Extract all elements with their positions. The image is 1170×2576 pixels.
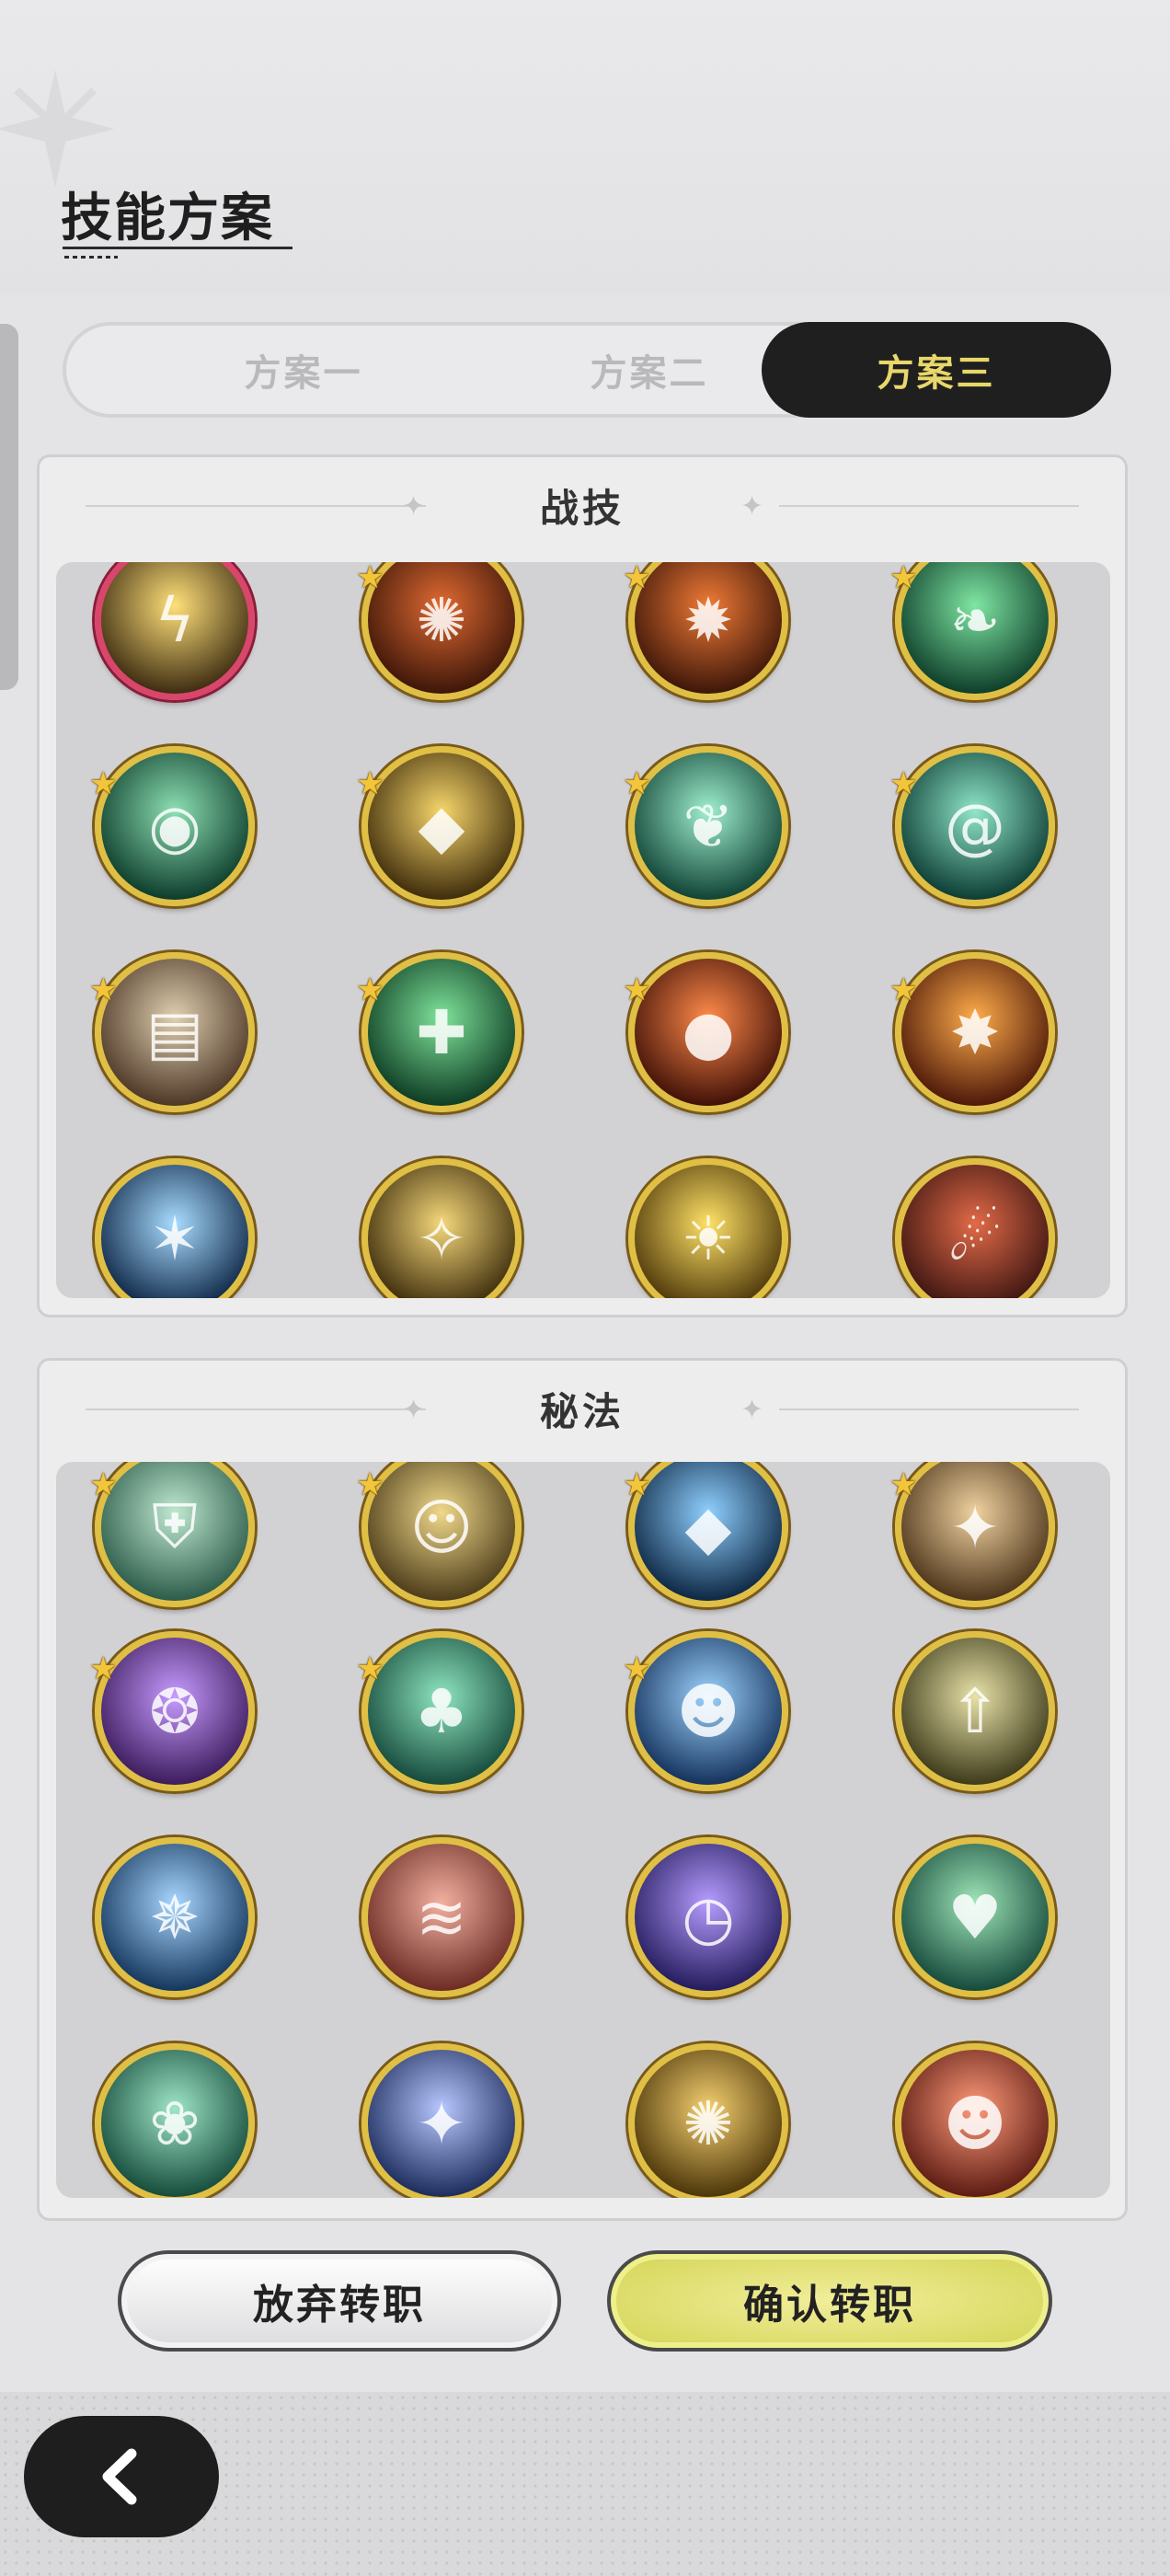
- skill-glyph: ✚: [416, 996, 467, 1068]
- skill-glyph: ❧: [949, 584, 1001, 656]
- skill-glyph: ✸: [949, 996, 1001, 1068]
- skill-glyph: ⇧: [949, 1675, 1001, 1747]
- skill-glyph: ●: [682, 996, 735, 1068]
- skill-glyph: ❂: [149, 1675, 201, 1747]
- skill-glyph: ❦: [682, 790, 734, 862]
- abandon-job-change-button[interactable]: 放弃转职: [118, 2250, 561, 2352]
- ice-shatter-icon[interactable]: ✶: [95, 1158, 255, 1298]
- secret-arts-panel: ✦ ✦ 秘法 ⛨ ★ ☺ ★ ◆ ★ ✦ ★ ❂ ★ ♣ ★ ☻ ★ ⇧ ✵ ≋ ◷ ♥ ❀ ✦ ✺ ☻: [37, 1358, 1128, 2221]
- back-button[interactable]: [24, 2416, 219, 2537]
- skill-glyph: ◆: [684, 1491, 732, 1563]
- battle-skills-panel: ✦ ✦ 战技 ϟ ✺ ★ ✹ ★ ❧ ★ ◉ ★ ◆ ★ ❦ ★ @ ★ ▤ ★ ✚ ★ ● ★ ✸ ★ ✶ ✧ ☀ ☄: [37, 454, 1128, 1317]
- star-badge-icon: ★: [623, 765, 651, 802]
- skill-glyph: ✵: [149, 1881, 201, 1953]
- jade-chain-icon[interactable]: ❀: [95, 2043, 255, 2198]
- star-badge-icon: ★: [89, 1466, 118, 1503]
- golden-spark-icon[interactable]: ✧: [361, 1158, 522, 1298]
- sun-rise-icon[interactable]: ☀: [628, 1158, 788, 1298]
- panel-header: ✦ ✦ 秘法: [40, 1361, 1125, 1462]
- plan-tabs: 方案一 方案二 方案三: [63, 322, 1111, 418]
- panel-header: ✦ ✦ 战技: [40, 457, 1125, 558]
- skill-glyph: ♥: [947, 1881, 1003, 1953]
- star-badge-icon: ★: [623, 972, 651, 1008]
- star-badge-icon: ★: [89, 972, 118, 1008]
- skill-glyph: ✶: [149, 1202, 201, 1274]
- skill-glyph: ❀: [149, 2087, 201, 2159]
- ice-spikes-icon[interactable]: ✵: [95, 1837, 255, 1997]
- skill-glyph: ▤: [145, 996, 204, 1068]
- skill-glyph: ⛨: [152, 1490, 198, 1562]
- star-gem-icon[interactable]: ✦: [361, 2043, 522, 2198]
- green-heart-icon[interactable]: ♥: [895, 1837, 1055, 1997]
- lightning-skill-icon[interactable]: ϟ: [95, 562, 255, 700]
- skill-glyph: ☄: [947, 1202, 1003, 1274]
- coral-wave-icon[interactable]: ≋: [361, 1837, 522, 1997]
- skill-glyph: ✧: [416, 1202, 467, 1274]
- skill-glyph: ☺: [409, 1491, 474, 1563]
- skill-glyph: ☻: [943, 2087, 1007, 2159]
- skill-glyph: ≋: [416, 1881, 467, 1953]
- battle-section-title: 战技: [539, 486, 625, 531]
- golden-arrow-up-icon[interactable]: ⇧: [895, 1631, 1055, 1791]
- skill-glyph: ◉: [148, 790, 201, 862]
- star-badge-icon: ★: [356, 972, 384, 1008]
- star-badge-icon: ★: [89, 1650, 118, 1687]
- tab-plan-3[interactable]: 方案三: [762, 322, 1111, 418]
- battle-skill-grid: ϟ ✺ ★ ✹ ★ ❧ ★ ◉ ★ ◆ ★ ❦ ★ @ ★ ▤ ★ ✚ ★ ● ★ ✸ ★ ✶ ✧ ☀ ☄: [56, 562, 1110, 1298]
- skill-glyph: ✺: [682, 2087, 734, 2159]
- fire-person-icon[interactable]: ☻: [895, 2043, 1055, 2198]
- chevron-left-icon: [102, 2448, 137, 2505]
- page-title: 技能方案: [61, 189, 274, 248]
- confirm-job-change-button[interactable]: 确认转职: [607, 2250, 1052, 2352]
- flame-meteor-icon[interactable]: ☄: [895, 1158, 1055, 1298]
- page-title-block: 技能方案: [61, 177, 292, 259]
- star-badge-icon: ★: [889, 562, 918, 596]
- star-badge-icon: ★: [356, 562, 384, 596]
- star-badge-icon: ★: [356, 765, 384, 802]
- star-badge-icon: ★: [889, 765, 918, 802]
- golden-burst-icon[interactable]: ✺: [628, 2043, 788, 2198]
- secret-skill-grid: ⛨ ★ ☺ ★ ◆ ★ ✦ ★ ❂ ★ ♣ ★ ☻ ★ ⇧ ✵ ≋ ◷ ♥ ❀ ✦ ✺ ☻: [56, 1462, 1110, 2198]
- star-badge-icon: ★: [623, 1650, 651, 1687]
- title-dotted-line: [64, 256, 118, 259]
- star-badge-icon: ★: [889, 1466, 918, 1503]
- title-underline: [63, 247, 292, 249]
- skill-glyph: ◆: [418, 790, 465, 862]
- star-badge-icon: ★: [623, 562, 651, 596]
- secret-section-title: 秘法: [539, 1389, 625, 1434]
- skill-glyph: ♣: [414, 1675, 469, 1747]
- tab-plan-1[interactable]: 方案一: [131, 326, 476, 414]
- star-badge-icon: ★: [89, 765, 118, 802]
- skill-glyph: ✦: [416, 2087, 467, 2159]
- star-badge-icon: ★: [889, 972, 918, 1008]
- star-badge-icon: ★: [623, 1466, 651, 1503]
- star-badge-icon: ★: [356, 1650, 384, 1687]
- skill-glyph: ϟ: [155, 584, 195, 656]
- skill-glyph: ◷: [682, 1881, 735, 1953]
- skill-glyph: ✦: [949, 1491, 1001, 1563]
- side-drawer-handle[interactable]: [0, 324, 18, 690]
- snowflake-emblem-icon: [0, 69, 115, 189]
- skill-glyph: @: [945, 790, 1005, 862]
- skill-glyph: ✺: [416, 584, 467, 656]
- skill-glyph: ✹: [682, 584, 734, 656]
- purple-clock-icon[interactable]: ◷: [628, 1837, 788, 1997]
- skill-glyph: ☀: [681, 1202, 736, 1274]
- skill-glyph: ☻: [676, 1675, 740, 1747]
- star-badge-icon: ★: [356, 1466, 384, 1503]
